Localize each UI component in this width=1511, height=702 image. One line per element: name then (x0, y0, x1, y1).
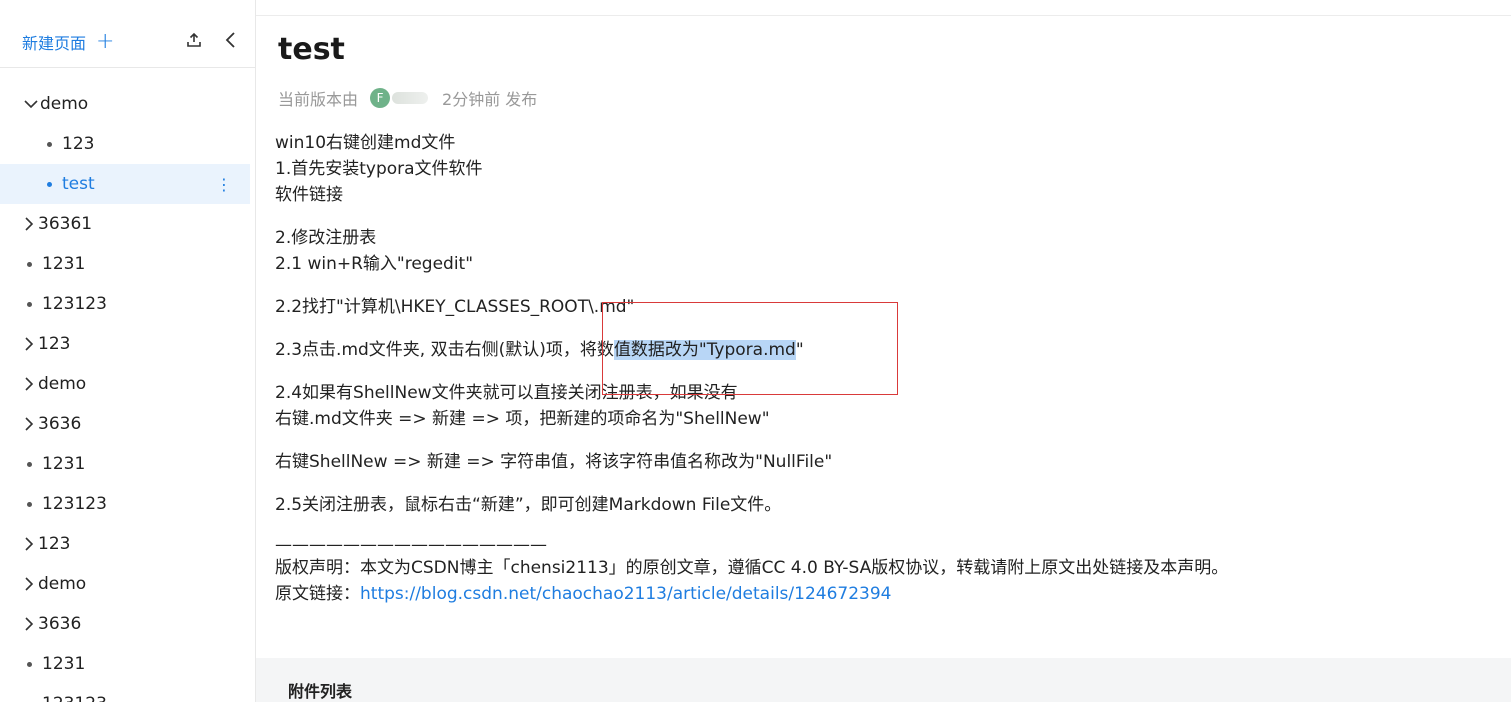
text-line: 1.首先安装typora文件软件 (275, 159, 483, 179)
paragraph: 2.5关闭注册表，鼠标右击“新建”，即可创建Markdown File文件。 (275, 492, 1228, 518)
text-line: 2.1 win+R输入"regedit" (275, 254, 474, 274)
paragraph: 右键ShellNew => 新建 => 字符串值，将该字符串值名称改为"Null… (275, 449, 1228, 475)
chevron-right-icon[interactable] (20, 616, 38, 632)
tree-item-1231[interactable]: 1231 (0, 644, 256, 684)
tree-item-demo[interactable]: demo (0, 364, 256, 404)
page-title: test (278, 32, 345, 67)
text-line: 右键ShellNew => 新建 => 字符串值，将该字符串值名称改为"Null… (275, 452, 833, 472)
tree-item-label: test (62, 174, 95, 194)
plus-icon: + (96, 29, 115, 54)
bullet-icon (20, 302, 38, 307)
tree-item-3636[interactable]: 3636 (0, 404, 256, 444)
bullet-icon (40, 182, 58, 187)
text-line: 软件链接 (275, 185, 343, 205)
annotation-box (602, 302, 898, 395)
tree-item-demo[interactable]: demo (0, 564, 256, 604)
new-page-label: 新建页面 (22, 34, 87, 53)
tree-item-1231[interactable]: 1231 (0, 444, 256, 484)
tree-item-3636[interactable]: 3636 (0, 604, 256, 644)
tree-item-label: demo (38, 374, 87, 394)
attachments-panel: 附件列表 (256, 658, 1511, 702)
chevron-right-icon[interactable] (20, 416, 38, 432)
chevron-right-icon[interactable] (20, 536, 38, 552)
tree-item-label: 123123 (42, 294, 107, 314)
chevron-right-icon[interactable] (20, 216, 38, 232)
avatar[interactable]: F (370, 88, 391, 108)
bullet-icon (20, 502, 38, 507)
bullet-icon (20, 262, 38, 267)
chevron-right-icon[interactable] (20, 336, 38, 352)
version-meta: 当前版本由 F 2分钟前 发布 (278, 86, 537, 110)
tree-item-label: 36361 (38, 214, 93, 234)
paragraph: 2.修改注册表 2.1 win+R输入"regedit" (275, 225, 1228, 277)
author-name-blurred (392, 92, 429, 104)
tree-item-label: demo (40, 94, 89, 114)
meta-time: 2分钟前 发布 (442, 90, 538, 109)
export-icon[interactable] (184, 30, 204, 50)
top-bar (256, 0, 1511, 16)
page-tree: demo 123 test ⋮ 36361 1231 123123 123 de… (0, 84, 256, 702)
tree-item-demo[interactable]: demo (0, 84, 256, 124)
tree-item-123123[interactable]: 123123 (0, 684, 256, 702)
text-line: 2.5关闭注册表，鼠标右击“新建”，即可创建Markdown File文件。 (275, 495, 782, 515)
new-page-button[interactable]: 新建页面 + (22, 30, 114, 54)
chevron-right-icon[interactable] (20, 576, 38, 592)
text-line: 2.修改注册表 (275, 228, 377, 248)
tree-item-123[interactable]: 123 (0, 124, 256, 164)
tree-item-test[interactable]: test ⋮ (0, 164, 250, 204)
text-line: win10右键创建md文件 (275, 133, 456, 153)
main-content: test 当前版本由 F 2分钟前 发布 win10右键创建md文件 1.首先安… (256, 16, 1511, 702)
tree-item-label: 123123 (42, 694, 107, 702)
bullet-icon (20, 462, 38, 467)
tree-item-123[interactable]: 123 (0, 324, 256, 364)
tree-item-label: 123 (62, 134, 95, 154)
meta-prefix: 当前版本由 (278, 90, 359, 109)
more-options-icon[interactable]: ⋮ (216, 175, 232, 194)
text-line: 2.3点击.md文件夹, 双击右侧(默认)项，将数 (275, 340, 614, 360)
tree-item-label: 123 (38, 334, 71, 354)
sidebar-header: 新建页面 + (0, 0, 255, 68)
tree-item-123[interactable]: 123 (0, 524, 256, 564)
tree-item-label: 1231 (42, 254, 86, 274)
text-line: 2.2找打"计算机\HKEY_CLASSES_ROOT\.md" (275, 297, 635, 317)
tree-item-label: 123 (38, 534, 71, 554)
tree-item-label: 3636 (38, 614, 82, 634)
link-prefix: 原文链接： (275, 584, 360, 604)
chevron-right-icon[interactable] (20, 376, 38, 392)
tree-item-label: demo (38, 574, 87, 594)
collapse-sidebar-icon[interactable] (220, 30, 240, 50)
bullet-icon (40, 142, 58, 147)
source-link[interactable]: https://blog.csdn.net/chaochao2113/artic… (360, 584, 891, 604)
tree-item-1231[interactable]: 1231 (0, 244, 256, 284)
sidebar: 新建页面 + demo 123 test ⋮ 36361 1231 123123… (0, 0, 256, 702)
chevron-down-icon[interactable] (22, 99, 40, 109)
paragraph: 版权声明：本文为CSDN博主「chensi2113」的原创文章，遵循CC 4.0… (275, 555, 1228, 607)
tree-item-123123[interactable]: 123123 (0, 284, 256, 324)
copyright-text: 版权声明：本文为CSDN博主「chensi2113」的原创文章，遵循CC 4.0… (275, 558, 1229, 578)
paragraph: win10右键创建md文件 1.首先安装typora文件软件 软件链接 (275, 130, 1228, 208)
tree-item-label: 3636 (38, 414, 82, 434)
tree-item-label: 1231 (42, 654, 86, 674)
bullet-icon (20, 662, 38, 667)
attachments-title: 附件列表 (288, 682, 353, 701)
tree-item-123123[interactable]: 123123 (0, 484, 256, 524)
tree-item-label: 123123 (42, 494, 107, 514)
divider-line: ———————————————— (275, 535, 547, 555)
text-line: 右键.md文件夹 => 新建 => 项，把新建的项命名为"ShellNew" (275, 409, 770, 429)
tree-item-36361[interactable]: 36361 (0, 204, 256, 244)
tree-item-label: 1231 (42, 454, 86, 474)
